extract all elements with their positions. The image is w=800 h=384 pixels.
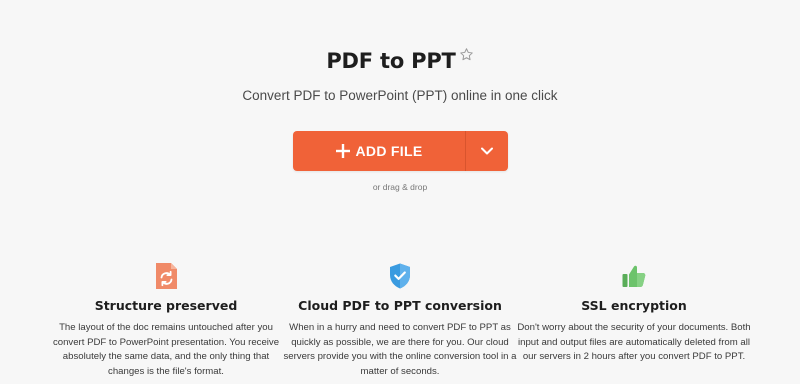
plus-icon [335,144,350,158]
feature-title: Cloud PDF to PPT conversion [298,298,502,313]
upload-source-dropdown-button[interactable] [466,131,508,171]
upload-control: ADD FILE [293,131,508,171]
feature-title: SSL encryption [581,298,687,313]
add-file-label: ADD FILE [355,143,423,159]
shield-check-icon [390,263,410,289]
feature-title: Structure preserved [94,298,238,313]
feature-text: The layout of the doc remains untouched … [52,322,280,377]
feature-text: When in a hurry and need to convert PDF … [283,322,517,377]
feature-ssl-encryption: SSL encryption Don't worry about the sec… [509,262,759,365]
drag-drop-hint: or drag & drop [372,182,428,192]
chevron-down-icon [481,147,493,155]
sync-document-icon [156,263,177,289]
page-title: PDF to PPT [326,49,456,73]
thumbs-up-icon [622,265,646,287]
feature-text: Don't worry about the security of your d… [517,322,751,362]
title-row: PDF to PPT [0,47,800,73]
feature-cloud-conversion: Cloud PDF to PPT conversion When in a hu… [275,262,525,379]
feature-structure-preserved: Structure preserved The layout of the do… [41,262,291,379]
add-file-button[interactable]: ADD FILE [293,131,465,171]
page-subtitle: Convert PDF to PowerPoint (PPT) online i… [242,88,558,103]
star-icon[interactable] [459,47,474,62]
